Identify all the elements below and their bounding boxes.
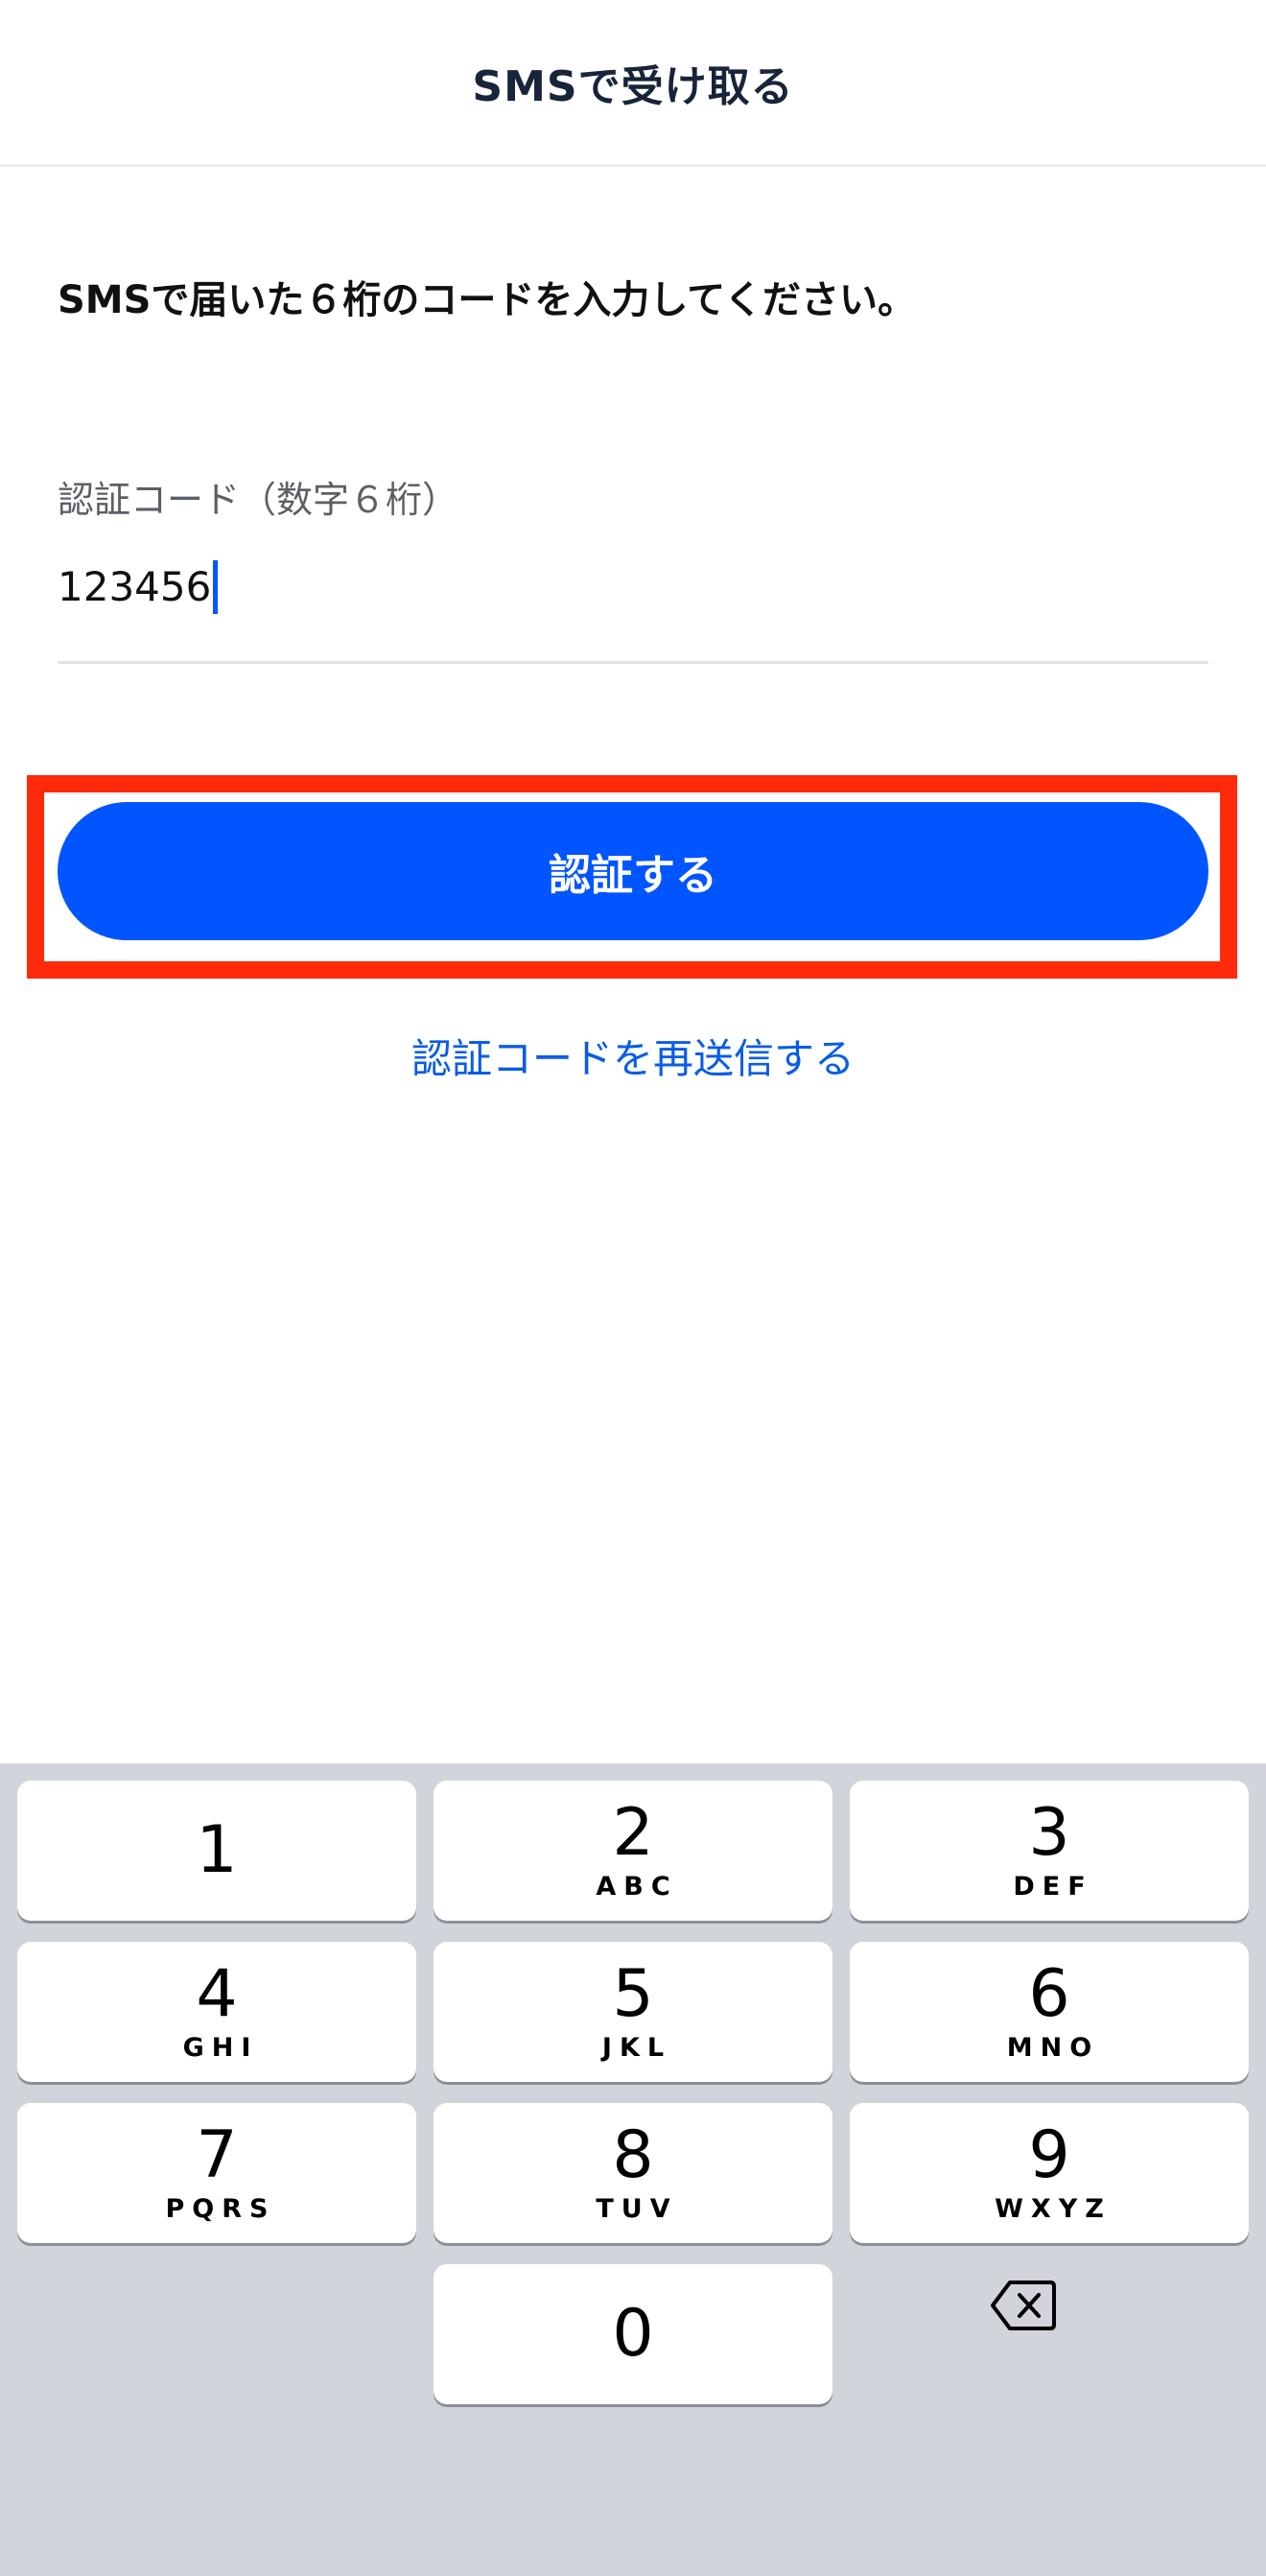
key-digit: 5: [612, 1956, 654, 2032]
key-3[interactable]: 3 DEF: [850, 1781, 1249, 1921]
key-0[interactable]: 0: [434, 2264, 832, 2404]
key-letters: TUV: [596, 2194, 678, 2224]
key-digit: 6: [1028, 1956, 1070, 2032]
key-4[interactable]: 4 GHI: [17, 1942, 416, 2082]
key-7[interactable]: 7 PQRS: [17, 2103, 416, 2243]
verify-button[interactable]: 認証する: [58, 802, 1208, 940]
key-digit: 8: [612, 2117, 654, 2193]
resend-code-link[interactable]: 認証コードを再送信する: [0, 1027, 1266, 1085]
page-title: SMSで受け取る: [472, 61, 794, 111]
key-letters: JKL: [601, 2033, 672, 2063]
key-digit: 3: [1028, 1795, 1070, 1871]
key-letters: GHI: [182, 2033, 259, 2063]
key-2[interactable]: 2 ABC: [434, 1781, 832, 1921]
key-letters: DEF: [1013, 1872, 1093, 1902]
key-digit: 7: [196, 2117, 238, 2193]
key-digit: 4: [196, 1956, 238, 2032]
key-letters: WXYZ: [995, 2194, 1112, 2224]
instruction-text: SMSで届いた６桁のコードを入力してください。: [58, 278, 917, 322]
key-digit: 0: [612, 2296, 654, 2372]
text-caret: [213, 560, 219, 614]
key-5[interactable]: 5 JKL: [434, 1942, 832, 2082]
code-input-value: 123456: [58, 563, 212, 610]
key-digit: 1: [196, 1812, 238, 1888]
key-9[interactable]: 9 WXYZ: [850, 2103, 1249, 2243]
backspace-button[interactable]: [971, 2262, 1076, 2349]
key-letters: ABC: [596, 1872, 678, 1902]
key-letters: PQRS: [165, 2194, 276, 2224]
backspace-icon: [991, 2281, 1056, 2330]
code-field-label: 認証コード（数字６桁）: [58, 479, 459, 521]
code-input[interactable]: 123456: [58, 558, 1208, 664]
header: SMSで受け取る: [0, 0, 1266, 167]
key-1[interactable]: 1: [17, 1781, 416, 1921]
key-digit: 2: [612, 1795, 654, 1871]
sms-verification-screen: SMSで受け取る SMSで届いた６桁のコードを入力してください。 認証コード（数…: [0, 0, 1266, 2576]
numeric-keypad: 1 2 ABC 3 DEF 4 GHI 5 JKL 6 MNO 7 PQRS 8: [0, 1763, 1266, 2576]
key-8[interactable]: 8 TUV: [434, 2103, 832, 2243]
key-letters: MNO: [1006, 2033, 1100, 2063]
key-digit: 9: [1028, 2117, 1070, 2193]
key-6[interactable]: 6 MNO: [850, 1942, 1249, 2082]
